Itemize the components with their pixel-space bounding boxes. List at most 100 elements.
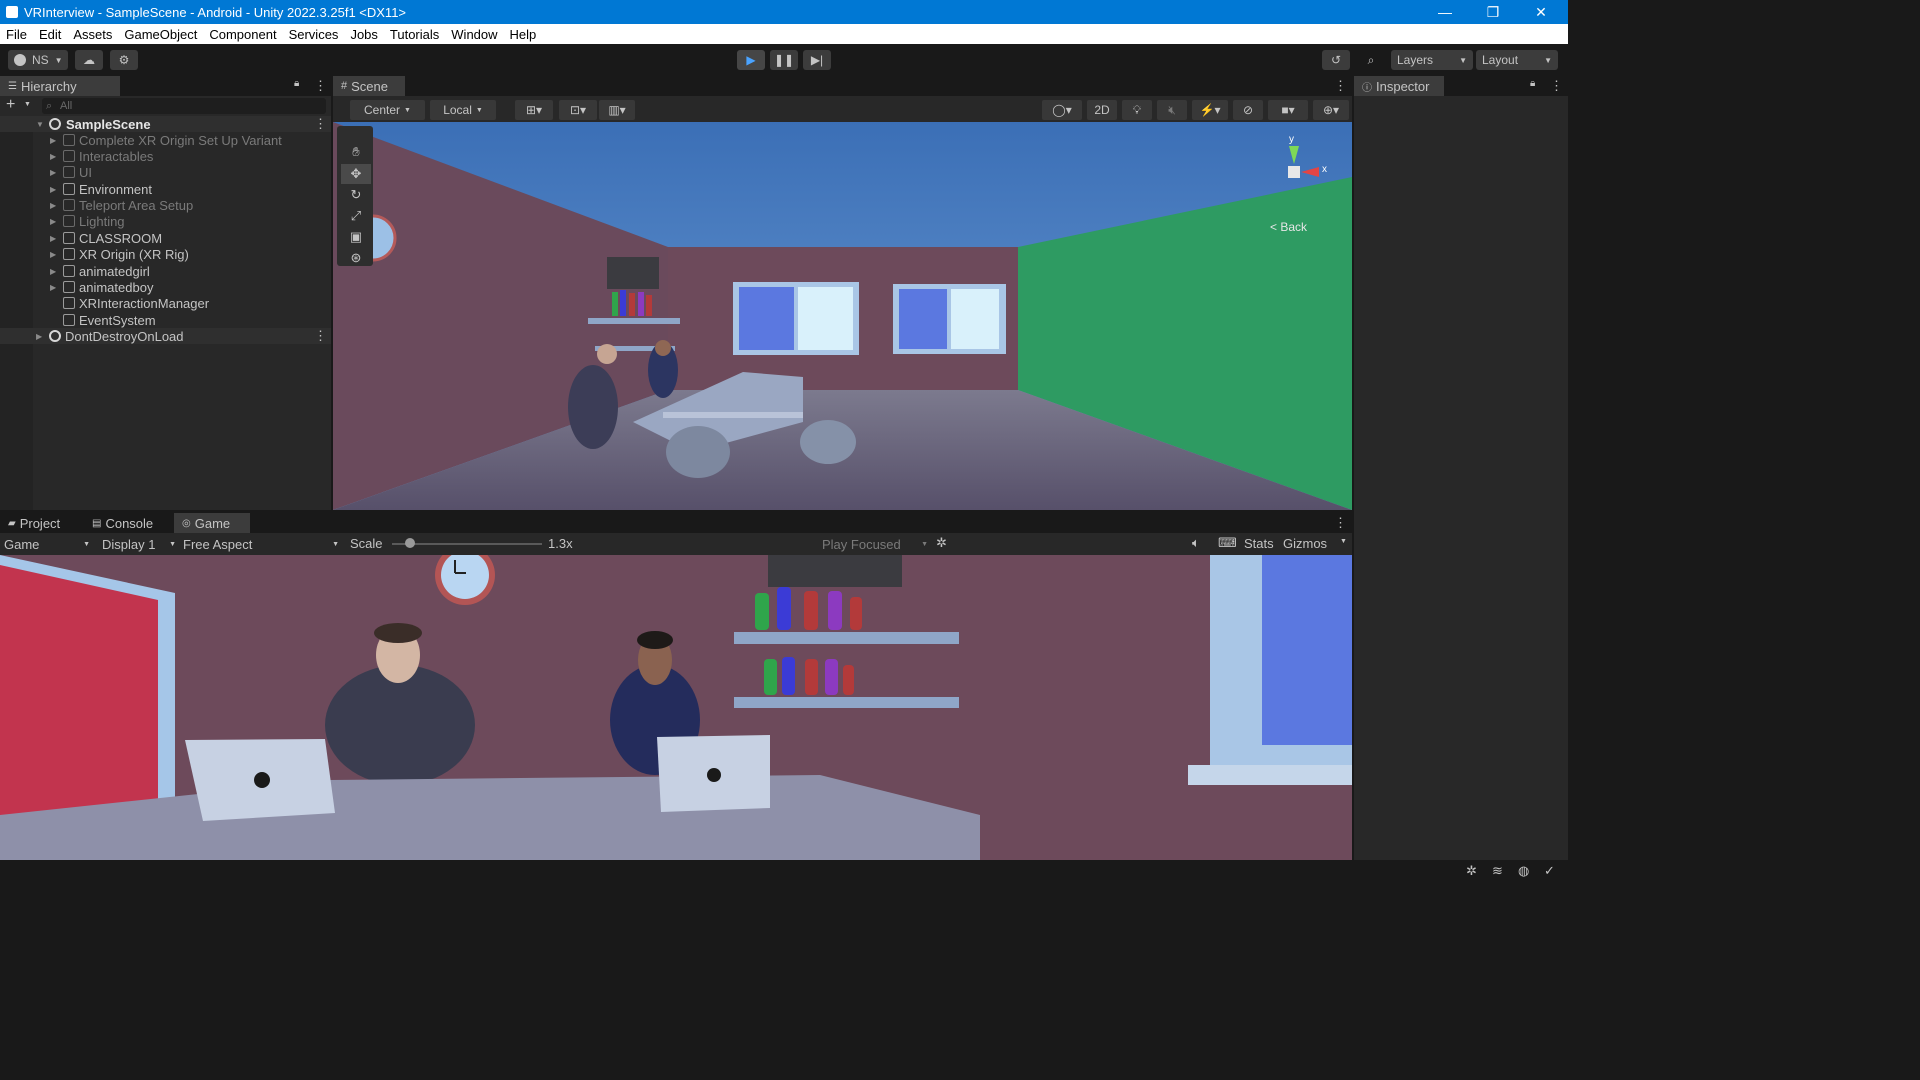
expand-arrow-icon[interactable]: ▶ [50,217,56,226]
play-focused-dropdown[interactable]: Play Focused ▼ [822,535,928,553]
hierarchy-item[interactable]: ▶ UI [0,164,331,180]
play-button[interactable]: ▶ [737,50,765,70]
increment-snap-button[interactable]: ▥▾ [599,100,635,120]
rect-tool[interactable]: ▣ [341,227,371,247]
hierarchy-item[interactable]: EventSystem [0,312,331,328]
layers-stack-icon[interactable]: ≋ [1492,863,1503,879]
bug-icon[interactable]: ✲ [936,535,947,551]
hierarchy-search-field[interactable]: ⌕ All [42,98,326,114]
history-button[interactable]: ↺ [1322,50,1350,70]
hierarchy-item[interactable]: ▶ CLASSROOM [0,230,331,246]
step-button[interactable]: ▶| [803,50,831,70]
game-view-dropdown[interactable]: Game ▼ [4,535,90,553]
menu-window[interactable]: Window [445,27,503,42]
grid-visibility-button[interactable]: ⊡▾ [559,100,597,120]
rotate-tool[interactable]: ↻ [341,185,371,205]
draw-mode-dropdown[interactable]: ◯▾ [1042,100,1082,120]
hierarchy-item[interactable]: ▶ Interactables [0,148,331,164]
layers-dropdown[interactable]: Layers ▼ [1391,50,1473,70]
expand-arrow-icon[interactable]: ▶ [50,136,56,145]
globe-icon[interactable]: ◍ [1518,863,1529,879]
maximize-button[interactable]: ❐ [1470,0,1516,24]
hierarchy-item[interactable]: ▶ Environment [0,181,331,197]
cloud-button[interactable]: ☁ [75,50,103,70]
aspect-dropdown[interactable]: Free Aspect ▼ [183,535,339,553]
lock-icon[interactable]: 🔒︎ [294,78,299,89]
tab-inspector[interactable]: ⓘ Inspector [1354,76,1444,96]
menu-assets[interactable]: Assets [67,27,118,42]
expand-arrow-icon[interactable]: ▶ [50,185,56,194]
menu-services[interactable]: Services [283,27,345,42]
expand-arrow-icon[interactable]: ▶ [50,152,56,161]
expand-arrow-icon[interactable]: ▶ [50,283,56,292]
expand-arrow-icon[interactable]: ▼ [36,120,44,129]
hierarchy-item[interactable]: ▶ Teleport Area Setup [0,197,331,213]
expand-arrow-icon[interactable]: ▶ [50,234,56,243]
menu-gameobject[interactable]: GameObject [118,27,203,42]
chevron-down-icon[interactable]: ▼ [1340,538,1347,545]
menu-file[interactable]: File [0,27,33,42]
layout-dropdown[interactable]: Layout ▼ [1476,50,1558,70]
expand-arrow-icon[interactable]: ▶ [50,201,56,210]
gizmos-button[interactable]: Gizmos [1283,536,1327,551]
more-options-icon[interactable]: ⋮ [1334,78,1347,94]
hand-tool[interactable]: ✋︎ [341,142,371,162]
expand-arrow-icon[interactable]: ▶ [50,250,56,259]
menu-component[interactable]: Component [203,27,282,42]
scale-tool[interactable]: ⤢ [341,206,371,226]
gizmo-back-label[interactable]: < Back [1270,220,1307,234]
game-viewport[interactable] [0,555,1352,860]
hierarchy-item[interactable]: ▶ animatedgirl [0,263,331,279]
tab-game[interactable]: ◎ Game [174,513,250,533]
hierarchy-item[interactable]: XRInteractionManager [0,295,331,311]
expand-arrow-icon[interactable]: ▶ [36,332,42,341]
scene-viewport[interactable]: ✋︎ ✥ ↻ ⤢ ▣ ⊛ y x < Back [333,122,1352,510]
tab-scene[interactable]: # Scene [333,76,405,96]
speaker-icon[interactable]: 🔈︎ [1192,535,1200,551]
pivot-dropdown[interactable]: Center ▼ [350,100,425,120]
tab-console[interactable]: ▤ Console [84,513,164,533]
menu-edit[interactable]: Edit [33,27,67,42]
menu-tutorials[interactable]: Tutorials [384,27,445,42]
check-circle-icon[interactable]: ✓ [1544,863,1555,879]
lighting-toggle[interactable]: 💡︎ [1122,100,1152,120]
hierarchy-item[interactable]: ▶ Complete XR Origin Set Up Variant [0,132,331,148]
move-tool[interactable]: ✥ [341,164,371,184]
camera-dropdown[interactable]: ■▾ [1268,100,1308,120]
search-button[interactable]: ⌕ [1357,50,1385,70]
more-options-icon[interactable]: ⋮ [314,78,327,94]
hierarchy-item[interactable]: ▶ XR Origin (XR Rig) [0,246,331,262]
lock-icon[interactable]: 🔒︎ [1530,78,1535,89]
space-dropdown[interactable]: Local ▼ [430,100,496,120]
pause-button[interactable]: ❚❚ [770,50,798,70]
expand-arrow-icon[interactable]: ▶ [50,267,56,276]
account-dropdown[interactable]: NS ▼ [8,50,68,70]
more-options-icon[interactable]: ⋮ [1334,515,1347,531]
scene-row[interactable]: ▼ SampleScene ⋮ [0,116,331,132]
tab-hierarchy[interactable]: ☰ Hierarchy [0,76,120,96]
hierarchy-item[interactable]: ▶ Lighting [0,213,331,229]
hidden-objects-toggle[interactable]: ⊘ [1233,100,1263,120]
expand-arrow-icon[interactable]: ▶ [50,168,56,177]
chevron-down-icon[interactable]: ▼ [24,101,31,108]
add-icon[interactable]: + [6,96,15,114]
toggle-2d-button[interactable]: 2D [1087,100,1117,120]
transform-tool[interactable]: ⊛ [341,248,371,268]
menu-jobs[interactable]: Jobs [344,27,383,42]
more-options-icon[interactable]: ⋮ [1550,78,1563,94]
more-options-icon[interactable]: ⋮ [314,116,327,132]
display-dropdown[interactable]: Display 1 ▼ [102,535,176,553]
stats-button[interactable]: Stats [1244,536,1274,551]
hierarchy-item[interactable]: ▶ animatedboy [0,279,331,295]
collab-button[interactable]: ⚙ [110,50,138,70]
minimize-button[interactable]: — [1422,0,1468,24]
more-options-icon[interactable]: ⋮ [314,328,327,344]
menu-help[interactable]: Help [504,27,543,42]
close-button[interactable]: ✕ [1518,0,1564,24]
orientation-gizmo[interactable]: y x < Back [1263,134,1333,234]
bug-icon[interactable]: ✲ [1466,863,1477,879]
effects-dropdown[interactable]: ⚡▾ [1192,100,1228,120]
keyboard-icon[interactable]: ⌨ [1218,535,1237,551]
grid-snap-button[interactable]: ⊞▾ [515,100,553,120]
scale-slider-thumb[interactable] [405,538,415,548]
